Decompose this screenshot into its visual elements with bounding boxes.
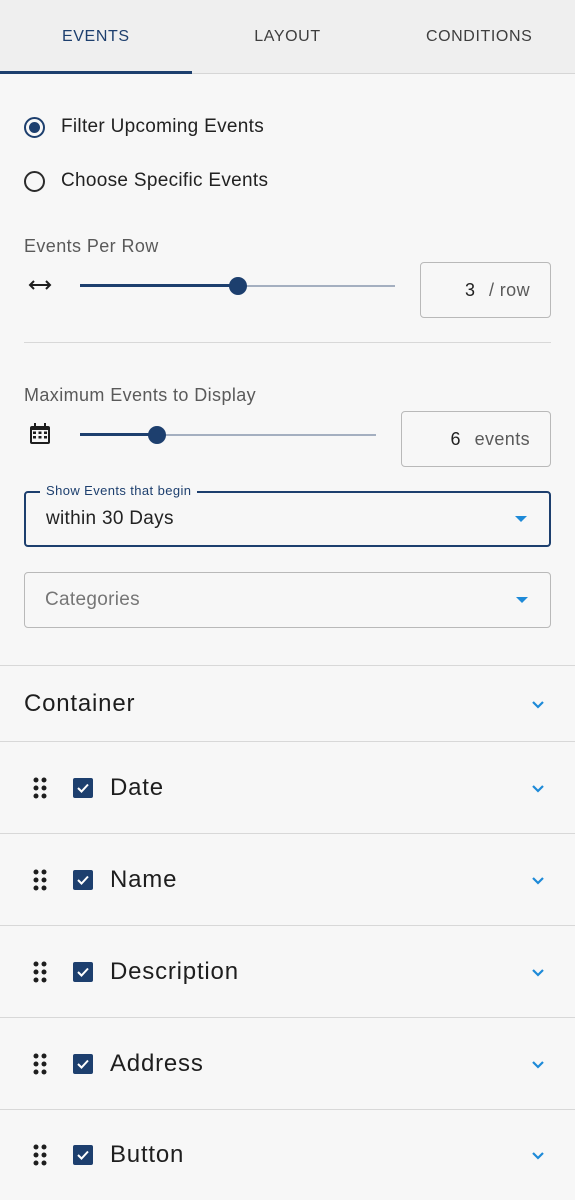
events-per-row-unit: / row bbox=[488, 279, 530, 300]
events-per-row-value: 3 bbox=[464, 279, 475, 300]
chevron-down-icon[interactable] bbox=[531, 697, 545, 711]
chevron-down-icon[interactable] bbox=[531, 965, 545, 979]
calendar-icon bbox=[28, 422, 52, 446]
drag-handle-icon[interactable] bbox=[33, 1053, 47, 1075]
container-accordion[interactable]: Container bbox=[0, 666, 575, 741]
tab-conditions[interactable]: CONDITIONS bbox=[383, 0, 575, 73]
max-events-slider[interactable] bbox=[80, 425, 376, 445]
element-row-button[interactable]: Button bbox=[0, 1110, 575, 1200]
radio-choose-specific[interactable]: Choose Specific Events bbox=[24, 170, 268, 192]
radio-filter-upcoming[interactable]: Filter Upcoming Events bbox=[24, 116, 264, 138]
categories-select[interactable]: Categories bbox=[24, 572, 551, 628]
slider-fill bbox=[80, 284, 238, 287]
drag-handle-icon[interactable] bbox=[33, 777, 47, 799]
slider-fill bbox=[80, 433, 157, 436]
element-label: Name bbox=[110, 865, 178, 893]
events-per-row-input[interactable]: 3 / row bbox=[420, 262, 551, 318]
events-per-row-slider[interactable] bbox=[80, 276, 395, 296]
max-events-input[interactable]: 6 events bbox=[401, 411, 551, 467]
element-label: Address bbox=[110, 1049, 204, 1077]
radio-label: Filter Upcoming Events bbox=[61, 116, 265, 137]
checkbox-checked[interactable] bbox=[73, 1053, 93, 1074]
checkbox-checked[interactable] bbox=[73, 1145, 93, 1165]
max-events-unit: events bbox=[474, 428, 530, 449]
caret-down-icon bbox=[516, 597, 528, 603]
element-row-date[interactable]: Date bbox=[0, 742, 575, 833]
tab-layout[interactable]: LAYOUT bbox=[192, 0, 384, 73]
checkbox-checked[interactable] bbox=[73, 777, 93, 798]
chevron-down-icon[interactable] bbox=[531, 1057, 545, 1071]
element-label: Button bbox=[110, 1141, 185, 1168]
slider-thumb[interactable] bbox=[228, 277, 247, 295]
element-row-address[interactable]: Address bbox=[0, 1018, 575, 1109]
element-label: Date bbox=[110, 773, 164, 801]
radio-label: Choose Specific Events bbox=[61, 170, 269, 191]
checkbox-checked[interactable] bbox=[73, 869, 93, 890]
tab-events[interactable]: EVENTS bbox=[0, 0, 192, 74]
element-row-name[interactable]: Name bbox=[0, 834, 575, 925]
caret-down-icon bbox=[515, 516, 527, 522]
checkbox-checked[interactable] bbox=[73, 961, 93, 982]
max-events-value: 6 bbox=[450, 428, 461, 449]
section-divider bbox=[24, 342, 551, 343]
tab-bar: EVENTS LAYOUT CONDITIONS bbox=[0, 0, 575, 74]
radio-button-unchecked[interactable] bbox=[24, 170, 45, 192]
slider-thumb[interactable] bbox=[147, 426, 166, 444]
radio-button-checked[interactable] bbox=[24, 116, 45, 138]
element-row-description[interactable]: Description bbox=[0, 926, 575, 1017]
chevron-down-icon[interactable] bbox=[531, 1148, 545, 1162]
events-per-row-label: Events Per Row bbox=[24, 236, 159, 256]
drag-handle-icon[interactable] bbox=[33, 961, 47, 983]
arrows-horizontal-icon bbox=[27, 277, 53, 293]
drag-handle-icon[interactable] bbox=[33, 869, 47, 891]
max-events-label: Maximum Events to Display bbox=[24, 385, 257, 405]
element-label: Description bbox=[110, 957, 239, 985]
show-events-begin-select[interactable]: Show Events that begin within 30 Days bbox=[24, 483, 551, 547]
select-placeholder: Categories bbox=[45, 589, 140, 610]
accordion-title: Container bbox=[24, 689, 136, 717]
select-value: within 30 Days bbox=[46, 508, 174, 529]
chevron-down-icon[interactable] bbox=[531, 781, 545, 795]
select-legend: Show Events that begin bbox=[40, 483, 198, 498]
chevron-down-icon[interactable] bbox=[531, 873, 545, 887]
drag-handle-icon[interactable] bbox=[33, 1144, 47, 1166]
